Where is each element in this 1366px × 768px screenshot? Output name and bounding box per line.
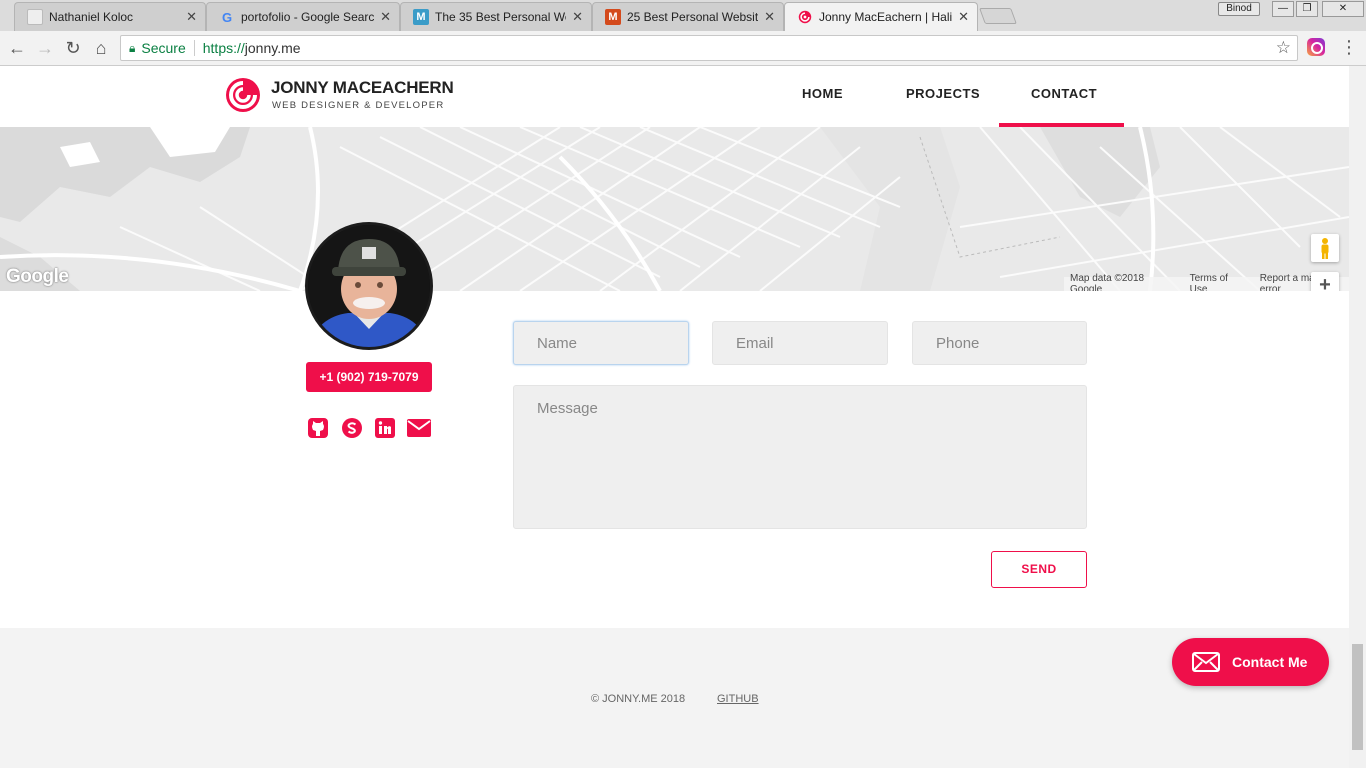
scrollbar-thumb[interactable] — [1352, 644, 1363, 750]
m-icon: M — [413, 9, 429, 25]
profile-photo — [305, 222, 433, 350]
restore-icon[interactable]: ❐ — [1296, 1, 1318, 17]
forward-icon[interactable]: → — [34, 37, 56, 59]
browser-tab-4[interactable]: M 25 Best Personal Website ✕ — [592, 2, 784, 31]
nav-projects[interactable]: PROJECTS — [906, 86, 980, 101]
nav-contact[interactable]: CONTACT — [1031, 86, 1097, 101]
map-data-text: Map data ©2018 Google — [1070, 273, 1145, 291]
phone-input[interactable]: Phone — [912, 321, 1087, 365]
site-logo-icon — [797, 9, 813, 25]
close-window-icon[interactable]: ✕ — [1322, 1, 1364, 17]
message-textarea[interactable]: Message — [513, 385, 1087, 529]
instagram-extension-icon[interactable] — [1307, 38, 1325, 56]
github-link[interactable]: GITHUB — [717, 693, 759, 705]
site-footer: © JONNY.ME 2018 GITHUB — [0, 628, 1349, 768]
close-icon[interactable]: ✕ — [380, 9, 391, 25]
phone-button[interactable]: +1 (902) 719-7079 — [306, 362, 432, 392]
envelope-icon — [1192, 652, 1220, 672]
logo-icon[interactable] — [225, 77, 261, 113]
tab-title: Nathaniel Koloc — [49, 10, 134, 24]
new-tab-button[interactable] — [979, 8, 1017, 24]
terms-link[interactable]: Terms of Use — [1190, 273, 1248, 291]
address-bar[interactable]: 🔒︎ Secure https://jonny.me ☆ — [120, 35, 1298, 61]
send-button[interactable]: SEND — [991, 551, 1087, 588]
m-icon: M — [605, 9, 621, 25]
nav-home[interactable]: HOME — [802, 86, 843, 101]
url-scheme: https:// — [202, 40, 245, 56]
tab-title: portofolio - Google Searc — [241, 10, 375, 24]
email-icon[interactable] — [406, 416, 432, 440]
map-attribution: Map data ©2018 Google Terms of Use Repor… — [1064, 273, 1349, 291]
minimize-icon[interactable]: — — [1272, 1, 1294, 17]
browser-toolbar: ← → ↻ ⌂ 🔒︎ Secure https://jonny.me ☆ ⋮ — [0, 31, 1366, 66]
home-icon[interactable]: ⌂ — [90, 37, 112, 59]
map-zoom-control: + − — [1311, 272, 1339, 291]
browser-tabstrip: Nathaniel Koloc ✕ G portofolio - Google … — [0, 0, 1366, 31]
browser-tab-2[interactable]: G portofolio - Google Searc ✕ — [206, 2, 400, 31]
street-view-pegman-icon[interactable] — [1311, 234, 1339, 262]
close-icon[interactable]: ✕ — [958, 9, 969, 25]
url-text: https://jonny.me — [203, 40, 301, 56]
skype-icon[interactable] — [340, 416, 364, 440]
name-input[interactable]: Name — [513, 321, 689, 365]
google-icon: G — [221, 9, 233, 25]
email-input[interactable]: Email — [712, 321, 888, 365]
website: JONNY MACEACHERN WEB DESIGNER & DEVELOPE… — [0, 66, 1349, 768]
bookmark-star-icon[interactable]: ☆ — [1276, 38, 1291, 58]
zoom-in-button[interactable]: + — [1311, 272, 1339, 291]
reload-icon[interactable]: ↻ — [62, 37, 84, 59]
google-map-logo[interactable]: Google — [6, 266, 69, 288]
tab-title: 25 Best Personal Website — [627, 10, 759, 24]
close-icon[interactable]: ✕ — [764, 9, 775, 25]
map[interactable]: Google Map data ©2018 Google Terms of Us… — [0, 127, 1349, 291]
divider — [193, 40, 195, 56]
menu-icon[interactable]: ⋮ — [1340, 37, 1358, 58]
browser-tab-1[interactable]: Nathaniel Koloc ✕ — [14, 2, 206, 31]
contact-me-label: Contact Me — [1232, 654, 1308, 670]
email-placeholder: Email — [736, 334, 774, 352]
lock-icon: 🔒︎ — [129, 40, 136, 55]
linkedin-icon[interactable] — [373, 416, 397, 440]
page-icon — [27, 9, 43, 25]
message-placeholder: Message — [537, 400, 598, 417]
contact-me-button[interactable]: Contact Me — [1172, 638, 1329, 686]
name-placeholder: Name — [537, 334, 578, 352]
brand-tagline: WEB DESIGNER & DEVELOPER — [272, 100, 445, 111]
tab-title: Jonny MacEachern | Halifa — [819, 10, 953, 24]
map-roads — [0, 127, 1349, 291]
brand-name[interactable]: JONNY MACEACHERN — [271, 78, 454, 98]
browser-tab-3[interactable]: M The 35 Best Personal Web ✕ — [400, 2, 592, 31]
url-host: jonny.me — [244, 40, 301, 56]
back-icon[interactable]: ← — [6, 37, 28, 59]
github-icon[interactable] — [306, 416, 330, 440]
profile-button[interactable]: Binod — [1218, 2, 1260, 16]
close-icon[interactable]: ✕ — [572, 9, 583, 25]
page-scrollbar[interactable] — [1349, 66, 1366, 768]
site-header: JONNY MACEACHERN WEB DESIGNER & DEVELOPE… — [0, 66, 1349, 127]
browser-tab-5[interactable]: Jonny MacEachern | Halifa ✕ — [784, 2, 978, 31]
close-icon[interactable]: ✕ — [186, 9, 197, 25]
phone-placeholder: Phone — [936, 334, 980, 352]
secure-label: Secure — [141, 40, 186, 56]
tab-title: The 35 Best Personal Web — [435, 10, 567, 24]
copyright-text: © JONNY.ME 2018 — [591, 693, 686, 705]
